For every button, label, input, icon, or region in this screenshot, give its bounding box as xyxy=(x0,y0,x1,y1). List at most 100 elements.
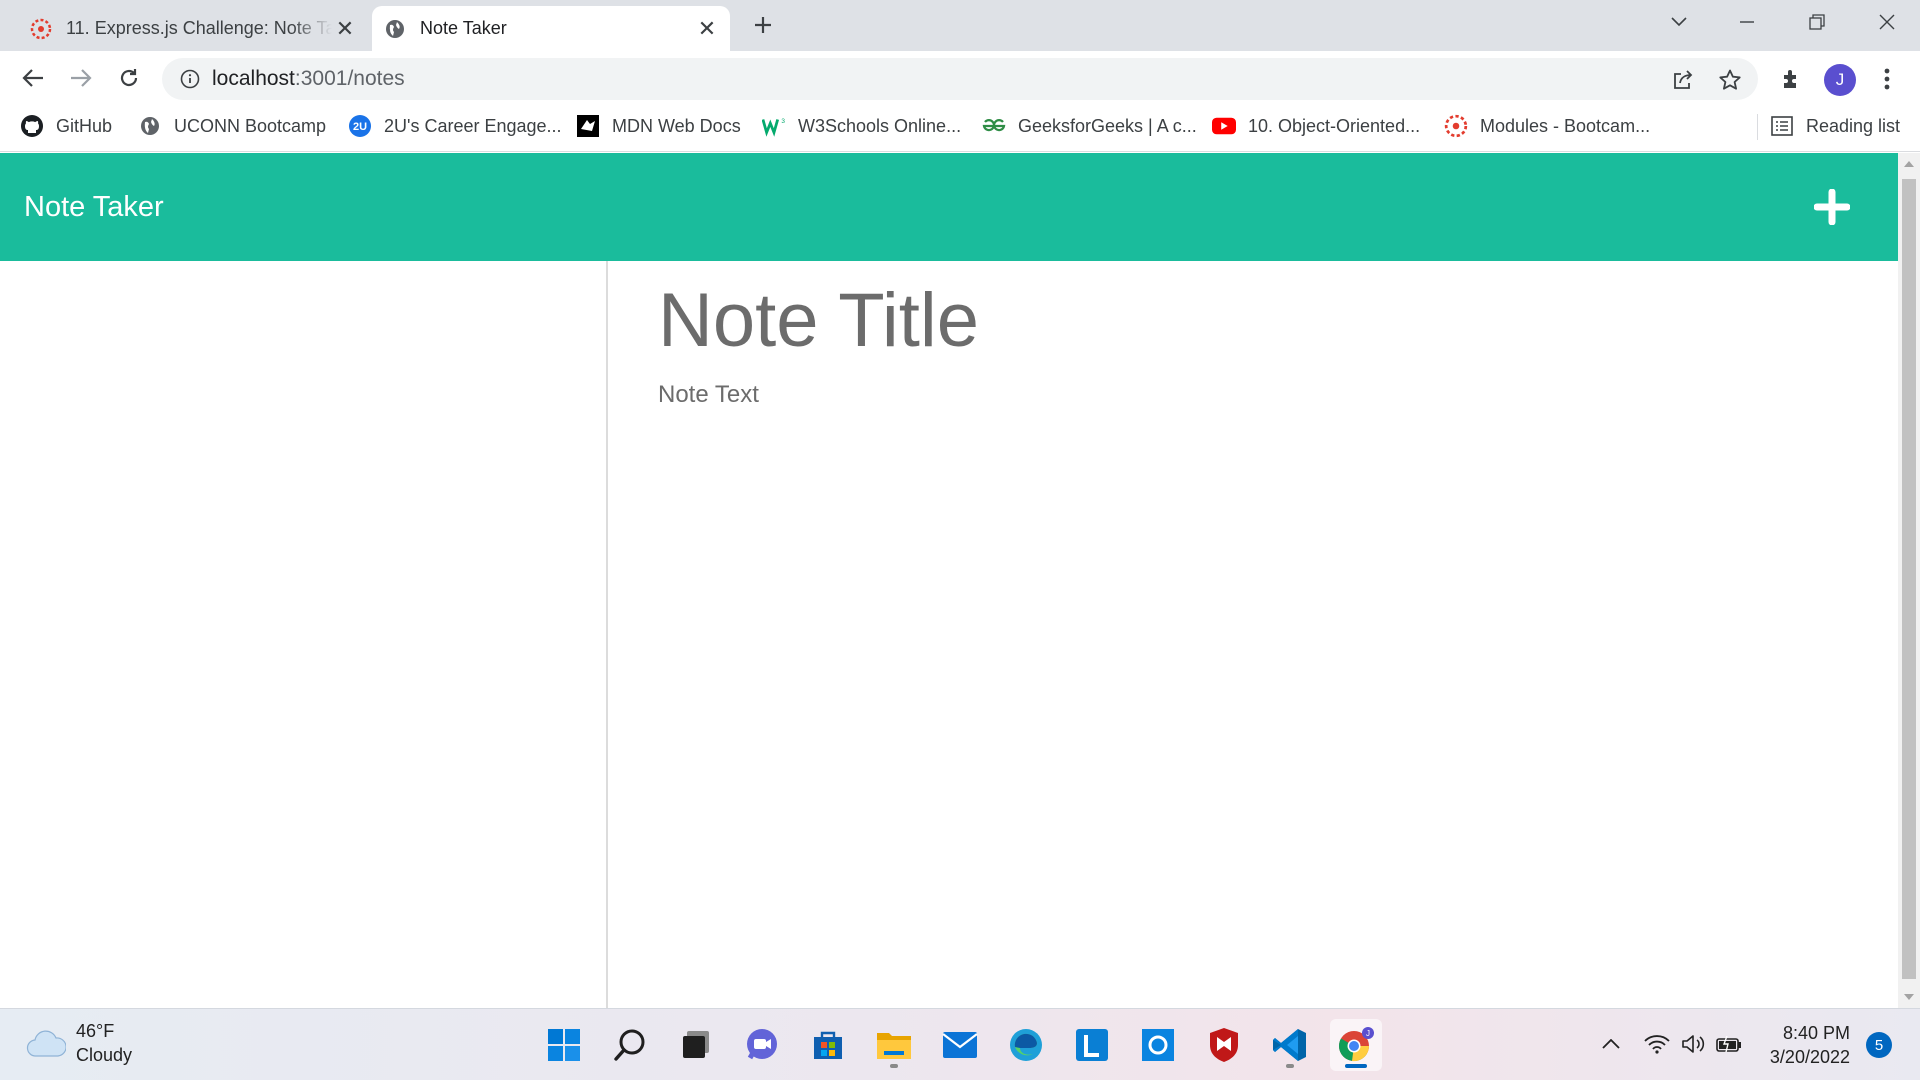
scroll-down-icon[interactable] xyxy=(1898,986,1920,1008)
app-navbar: Note Taker xyxy=(0,153,1898,261)
tab-title: Note Taker xyxy=(420,18,507,38)
close-icon[interactable]: ✕ xyxy=(332,16,358,42)
mcafee-icon[interactable] xyxy=(1198,1019,1250,1071)
svg-text:3: 3 xyxy=(781,118,785,125)
svg-text:2U: 2U xyxy=(353,121,367,133)
weather-temp: 46°F xyxy=(76,1021,115,1041)
reading-list-label: Reading list xyxy=(1806,115,1901,136)
bookmark-label: UCONN Bootcamp xyxy=(174,115,327,136)
vscode-icon[interactable] xyxy=(1264,1019,1316,1071)
running-indicator xyxy=(1345,1064,1367,1068)
share-icon[interactable] xyxy=(1670,67,1696,93)
scroll-up-icon[interactable] xyxy=(1898,153,1920,175)
plus-icon[interactable] xyxy=(1813,188,1851,226)
volume-icon[interactable] xyxy=(1678,1029,1708,1059)
notification-badge[interactable]: 5 xyxy=(1866,1032,1892,1058)
chevron-up-icon[interactable] xyxy=(1596,1029,1626,1059)
back-icon[interactable] xyxy=(16,61,50,95)
bookmark-2u[interactable]: 2U 2U's Career Engage... xyxy=(348,106,562,146)
chrome-icon[interactable]: J xyxy=(1330,1019,1382,1071)
extensions-icon[interactable] xyxy=(1776,64,1806,94)
bookmark-label: W3Schools Online... xyxy=(798,115,962,136)
task-view-icon[interactable] xyxy=(670,1019,722,1071)
store-icon[interactable] xyxy=(802,1019,854,1071)
scrollbar-thumb[interactable] xyxy=(1902,179,1916,979)
window-close-icon[interactable] xyxy=(1854,0,1920,44)
url-path: :3001/notes xyxy=(294,67,405,90)
forward-icon[interactable] xyxy=(64,61,98,95)
bookmark-label: GeeksforGeeks | A c... xyxy=(1018,115,1197,136)
tab-search-icon[interactable] xyxy=(1646,0,1712,44)
address-bar[interactable]: localhost:3001/notes xyxy=(162,58,1758,100)
bookmark-w3schools[interactable]: 3 W3Schools Online... xyxy=(762,106,961,146)
bookmark-star-icon[interactable] xyxy=(1717,67,1743,93)
restore-icon[interactable] xyxy=(1784,0,1850,44)
reading-list-icon xyxy=(1770,114,1794,138)
globe-icon xyxy=(138,114,162,138)
info-icon[interactable] xyxy=(180,69,200,94)
system-clock[interactable]: 8:40 PM 3/20/2022 xyxy=(1752,1021,1850,1069)
cloud-icon xyxy=(26,1026,67,1060)
edge-icon[interactable] xyxy=(1000,1019,1052,1071)
canvas-logo-icon xyxy=(30,18,52,40)
running-indicator xyxy=(1286,1064,1294,1068)
2u-logo-icon: 2U xyxy=(348,114,372,138)
url-text[interactable]: localhost:3001/notes xyxy=(212,58,405,100)
bookmarks-bar: GitHub UCONN Bootcamp 2U 2U's Career Eng… xyxy=(0,106,1920,152)
note-text-textarea[interactable] xyxy=(658,381,1838,941)
weather-widget[interactable]: 46°F Cloudy xyxy=(26,1019,132,1067)
file-explorer-icon[interactable] xyxy=(868,1019,920,1071)
bookmark-label: Modules - Bootcam... xyxy=(1480,115,1651,136)
note-list xyxy=(0,261,608,1008)
mail-icon[interactable] xyxy=(934,1019,986,1071)
minimize-icon[interactable] xyxy=(1714,0,1780,44)
running-indicator xyxy=(890,1064,898,1068)
tab-express-challenge[interactable]: 11. Express.js Challenge: Note Taker ✕ xyxy=(18,6,368,51)
bookmark-mdn[interactable]: MDN Web Docs xyxy=(576,106,741,146)
bookmark-separator xyxy=(1757,114,1758,140)
windows-taskbar: 46°F Cloudy J 8:40 PM 3/20/2022 5 xyxy=(0,1008,1920,1080)
bookmark-label: MDN Web Docs xyxy=(612,115,741,136)
note-title-input[interactable] xyxy=(658,277,1758,364)
clock-date: 3/20/2022 xyxy=(1769,1047,1850,1067)
menu-icon[interactable] xyxy=(1872,64,1902,94)
cortana-icon[interactable] xyxy=(1132,1019,1184,1071)
bookmark-geeksforgeeks[interactable]: GeeksforGeeks | A c... xyxy=(982,106,1197,146)
tab-note-taker[interactable]: Note Taker ✕ xyxy=(372,6,730,51)
bookmark-modules[interactable]: Modules - Bootcam... xyxy=(1444,106,1650,146)
svg-text:J: J xyxy=(1366,1029,1370,1038)
chat-icon[interactable] xyxy=(736,1019,788,1071)
wifi-icon[interactable] xyxy=(1642,1029,1672,1059)
bookmark-label: 10. Object-Oriented... xyxy=(1248,115,1421,136)
weather-desc: Cloudy xyxy=(76,1045,133,1065)
bookmark-label: 2U's Career Engage... xyxy=(384,115,562,136)
globe-icon xyxy=(384,18,406,40)
reading-list[interactable]: Reading list xyxy=(1770,106,1900,146)
w3schools-icon: 3 xyxy=(762,114,786,138)
lightbox-icon[interactable] xyxy=(1066,1019,1118,1071)
page-scrollbar[interactable] xyxy=(1898,153,1920,1008)
reload-icon[interactable] xyxy=(112,61,146,95)
new-tab-button[interactable] xyxy=(748,10,778,40)
browser-toolbar: localhost:3001/notes J xyxy=(0,51,1920,106)
bookmark-github[interactable]: GitHub xyxy=(20,106,112,146)
battery-icon[interactable] xyxy=(1714,1029,1744,1059)
canvas-logo-icon xyxy=(1444,114,1468,138)
close-icon[interactable]: ✕ xyxy=(694,16,720,42)
start-icon[interactable] xyxy=(538,1019,590,1071)
note-editor xyxy=(610,261,1898,1008)
geeksforgeeks-icon xyxy=(982,114,1006,138)
tab-strip: 11. Express.js Challenge: Note Taker ✕ N… xyxy=(0,0,1920,51)
youtube-icon xyxy=(1212,114,1236,138)
bookmark-label: GitHub xyxy=(56,115,113,136)
clock-time: 8:40 PM xyxy=(1782,1023,1850,1043)
tab-title: 11. Express.js Challenge: Note Taker xyxy=(66,18,332,38)
page-viewport: Note Taker xyxy=(0,153,1898,1008)
mdn-logo-icon xyxy=(576,114,600,138)
github-icon xyxy=(20,114,44,138)
app-brand[interactable]: Note Taker xyxy=(24,153,164,261)
profile-avatar[interactable]: J xyxy=(1824,64,1856,96)
search-icon[interactable] xyxy=(604,1019,656,1071)
bookmark-youtube[interactable]: 10. Object-Oriented... xyxy=(1212,106,1420,146)
bookmark-uconn[interactable]: UCONN Bootcamp xyxy=(138,106,326,146)
